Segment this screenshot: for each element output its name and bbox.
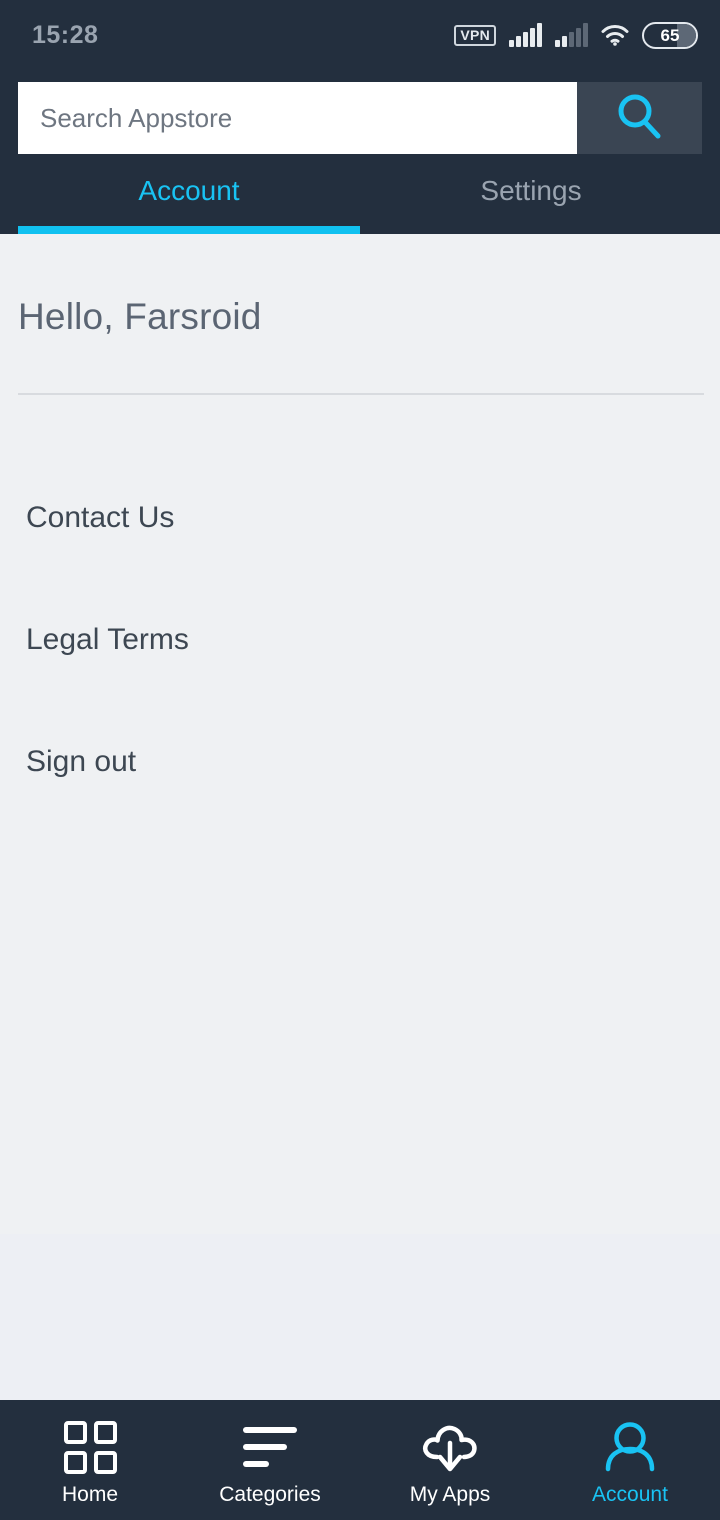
nav-label-my-apps: My Apps: [409, 1483, 491, 1506]
menu-item-legal-terms[interactable]: Legal Terms: [0, 579, 720, 701]
menu-item-sign-out[interactable]: Sign out: [0, 701, 720, 823]
search-button[interactable]: [577, 82, 702, 154]
menu-item-contact-us[interactable]: Contact Us: [0, 457, 720, 579]
status-time: 15:28: [32, 20, 99, 49]
signal-icon-secondary: [555, 23, 588, 47]
status-bar: 15:28 VPN 65: [0, 0, 720, 70]
tab-account[interactable]: Account: [18, 154, 360, 234]
app-header: Account Settings: [0, 70, 720, 234]
page-title: Hello, Farsroid: [18, 296, 262, 337]
battery-icon: 65: [642, 21, 698, 49]
tab-settings[interactable]: Settings: [360, 154, 702, 234]
account-content: Hello, Farsroid Contact Us Legal Terms S…: [0, 234, 720, 1400]
nav-item-account[interactable]: Account: [540, 1419, 720, 1505]
status-icon-group: VPN 65: [454, 21, 698, 49]
vpn-icon: VPN: [454, 24, 496, 46]
nav-item-my-apps[interactable]: My Apps: [360, 1419, 540, 1505]
cloud-download-icon: [419, 1419, 481, 1475]
search-input[interactable]: [18, 82, 577, 154]
nav-label-home: Home: [61, 1483, 119, 1506]
grid-icon: [63, 1419, 117, 1475]
nav-label-account: Account: [592, 1483, 668, 1506]
tab-active-indicator: [18, 226, 360, 234]
content-lower-area: [0, 1234, 720, 1400]
lines-icon: [243, 1419, 297, 1475]
signal-icon: [509, 23, 542, 47]
search-icon: [613, 90, 667, 147]
battery-level: 65: [660, 25, 680, 45]
wifi-icon: [601, 24, 629, 46]
tab-bar: Account Settings: [18, 154, 702, 234]
nav-label-categories: Categories: [219, 1483, 321, 1506]
nav-item-categories[interactable]: Categories: [180, 1419, 360, 1505]
account-menu: Contact Us Legal Terms Sign out: [0, 395, 720, 823]
bottom-navigation: Home Categories My Apps Account: [0, 1400, 720, 1520]
app-root: 15:28 VPN 65 Search Appstore Account Set…: [0, 0, 720, 1520]
person-icon: [601, 1419, 659, 1475]
nav-item-home[interactable]: Home: [0, 1419, 180, 1505]
search-bar: [18, 82, 702, 154]
